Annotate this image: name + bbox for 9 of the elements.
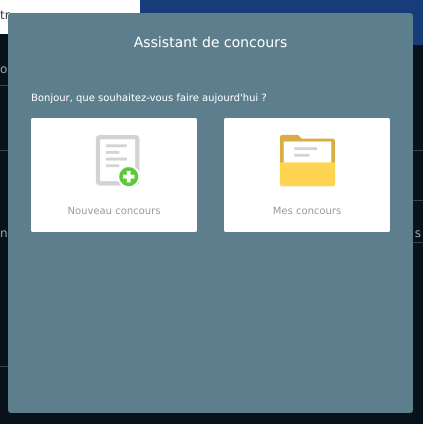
cut-off-text: n [0, 226, 8, 240]
cut-off-text: s [414, 226, 421, 240]
folder-icon [278, 132, 336, 189]
cut-off-text: tr [0, 8, 10, 22]
dialog-title: Assistant de concours [132, 35, 288, 51]
option-card[interactable]: Nouveau concours [31, 118, 197, 232]
greeting-text: Bonjour, que souhaitez-vous faire aujourd'hui ? [31, 93, 268, 104]
option-card[interactable]: Mes concours [224, 118, 390, 232]
cut-off-text: o [0, 62, 8, 76]
